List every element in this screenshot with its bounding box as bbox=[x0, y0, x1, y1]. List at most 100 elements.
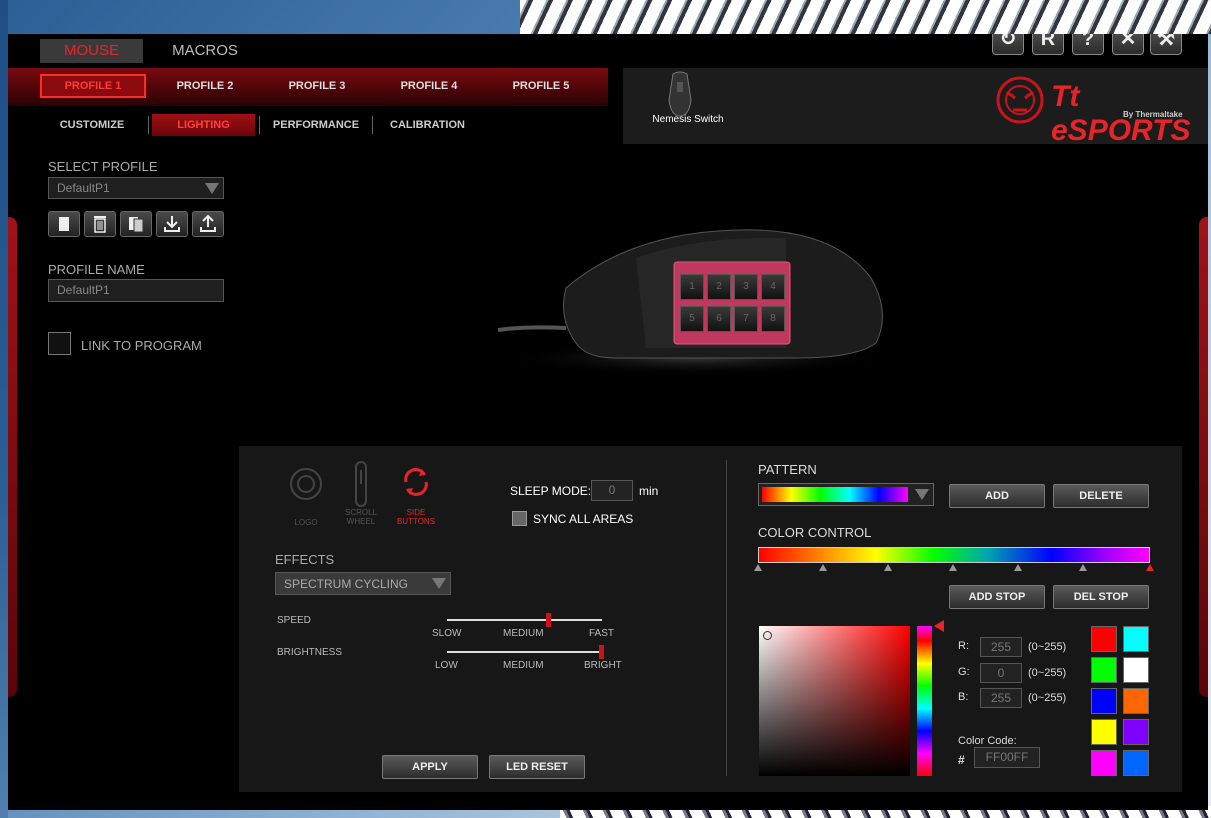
color-swatch[interactable] bbox=[1123, 657, 1149, 683]
g-input[interactable]: 0 bbox=[980, 663, 1022, 683]
delete-pattern-button[interactable]: DELETE bbox=[1053, 484, 1149, 508]
copy-profile-button[interactable] bbox=[120, 211, 152, 237]
effects-label: EFFECTS bbox=[275, 552, 335, 567]
gradient-bar[interactable] bbox=[758, 547, 1150, 563]
led-reset-button[interactable]: LED RESET bbox=[489, 755, 585, 779]
side-key[interactable]: 2 bbox=[707, 274, 731, 300]
speed-slider[interactable] bbox=[447, 619, 602, 621]
side-key[interactable]: 4 bbox=[761, 274, 785, 300]
help-button[interactable]: ? bbox=[1072, 34, 1104, 55]
tab-mouse[interactable]: MOUSE bbox=[40, 39, 143, 63]
color-swatch[interactable] bbox=[1091, 688, 1117, 714]
pattern-select[interactable] bbox=[758, 483, 934, 506]
panel-divider bbox=[726, 460, 727, 776]
profile-name-input[interactable]: DefaultP1 bbox=[48, 279, 224, 302]
profile-name-label: PROFILE NAME bbox=[48, 262, 145, 277]
color-swatch[interactable] bbox=[1091, 626, 1117, 652]
sync-all-areas-checkbox[interactable] bbox=[512, 511, 527, 526]
chevron-down-icon bbox=[205, 183, 219, 194]
side-key[interactable]: 1 bbox=[680, 274, 704, 300]
gradient-stop-selected[interactable] bbox=[1146, 564, 1154, 571]
copy-icon bbox=[129, 217, 144, 233]
speed-tick-slow: SLOW bbox=[432, 628, 462, 639]
speed-slider-knob[interactable] bbox=[546, 613, 552, 627]
tab-profile-4[interactable]: PROFILE 4 bbox=[378, 74, 480, 98]
effects-select[interactable]: SPECTRUM CYCLING bbox=[275, 572, 451, 595]
brightness-tick-low: LOW bbox=[435, 660, 458, 671]
reset-button[interactable]: R bbox=[1032, 34, 1064, 55]
color-swatch[interactable] bbox=[1091, 657, 1117, 683]
side-key[interactable]: 6 bbox=[707, 306, 731, 332]
gradient-stop[interactable] bbox=[1079, 564, 1087, 571]
tab-performance[interactable]: PERFORMANCE bbox=[266, 114, 366, 136]
profile-select[interactable]: DefaultP1 bbox=[48, 177, 224, 199]
tab-customize[interactable]: CUSTOMIZE bbox=[48, 114, 136, 136]
gradient-stop[interactable] bbox=[1014, 564, 1022, 571]
close-button[interactable]: ✕ bbox=[1112, 34, 1144, 55]
tab-profile-1[interactable]: PROFILE 1 bbox=[40, 74, 146, 98]
upload-icon bbox=[200, 214, 216, 232]
b-range: (0~255) bbox=[1028, 692, 1067, 704]
scroll-wheel-zone-icon[interactable] bbox=[352, 460, 370, 508]
color-swatch[interactable] bbox=[1123, 719, 1149, 745]
gradient-stop[interactable] bbox=[884, 564, 892, 571]
brightness-slider-knob[interactable] bbox=[599, 645, 604, 659]
color-code-label: Color Code: bbox=[958, 735, 1017, 747]
color-swatch[interactable] bbox=[1123, 750, 1149, 776]
brightness-slider[interactable] bbox=[447, 651, 602, 653]
left-accent bbox=[8, 217, 17, 697]
device-name: Nemesis Switch bbox=[652, 114, 724, 125]
del-stop-button[interactable]: DEL STOP bbox=[1053, 585, 1149, 609]
color-swatch[interactable] bbox=[1091, 719, 1117, 745]
color-swatch[interactable] bbox=[1091, 750, 1117, 776]
b-input[interactable]: 255 bbox=[980, 688, 1022, 708]
app-window: MOUSE MACROS PROFILE 1 PROFILE 2 PROFILE… bbox=[8, 34, 1208, 810]
gradient-stop[interactable] bbox=[819, 564, 827, 571]
apply-button[interactable]: APPLY bbox=[382, 755, 478, 779]
r-input[interactable]: 255 bbox=[980, 637, 1022, 657]
tab-calibration[interactable]: CALIBRATION bbox=[380, 114, 475, 136]
tab-lighting[interactable]: LIGHTING bbox=[152, 114, 255, 136]
tiger-logo-icon bbox=[996, 76, 1044, 124]
tab-profile-2[interactable]: PROFILE 2 bbox=[154, 74, 256, 98]
g-range: (0~255) bbox=[1028, 667, 1067, 679]
add-pattern-button[interactable]: ADD bbox=[949, 484, 1045, 508]
hue-marker-icon[interactable] bbox=[934, 620, 944, 632]
gradient-stop[interactable] bbox=[754, 564, 762, 571]
side-key[interactable]: 5 bbox=[680, 306, 704, 332]
import-profile-button[interactable] bbox=[156, 211, 188, 237]
color-swatch[interactable] bbox=[1123, 688, 1149, 714]
picker-cursor[interactable] bbox=[763, 631, 772, 640]
color-code-input[interactable]: FF00FF bbox=[974, 747, 1040, 768]
new-profile-button[interactable] bbox=[48, 211, 80, 237]
tab-macros[interactable]: MACROS bbox=[160, 39, 250, 63]
logo-zone-label: LOGO bbox=[294, 518, 318, 527]
tab-profile-5[interactable]: PROFILE 5 bbox=[490, 74, 592, 98]
sleep-mode-input[interactable]: 0 bbox=[591, 480, 633, 501]
color-picker-area[interactable] bbox=[759, 626, 910, 776]
speed-tick-fast: FAST bbox=[589, 628, 615, 639]
new-file-icon bbox=[59, 217, 69, 231]
color-swatch[interactable] bbox=[1123, 626, 1149, 652]
hue-slider[interactable] bbox=[917, 626, 932, 776]
speed-label: SPEED bbox=[277, 615, 311, 626]
refresh-button[interactable]: ↻ bbox=[992, 34, 1024, 55]
tab-profile-3[interactable]: PROFILE 3 bbox=[266, 74, 368, 98]
add-stop-button[interactable]: ADD STOP bbox=[949, 585, 1045, 609]
g-label: G: bbox=[958, 666, 970, 678]
scroll-wheel-zone-label: SCROLL WHEEL bbox=[344, 508, 377, 526]
speed-tick-medium: MEDIUM bbox=[503, 628, 544, 639]
settings-button[interactable]: ⚒ bbox=[1150, 34, 1182, 55]
link-to-program-checkbox[interactable] bbox=[48, 332, 71, 355]
side-buttons-zone-icon[interactable] bbox=[398, 464, 434, 500]
select-profile-label: SELECT PROFILE bbox=[48, 159, 158, 174]
export-profile-button[interactable] bbox=[192, 211, 224, 237]
logo-zone-icon[interactable] bbox=[288, 464, 324, 504]
side-key[interactable]: 7 bbox=[734, 306, 758, 332]
gradient-stop[interactable] bbox=[949, 564, 957, 571]
delete-profile-button[interactable] bbox=[84, 211, 116, 237]
side-key[interactable]: 8 bbox=[761, 306, 785, 332]
brand-byline: By Thermaltake bbox=[1123, 110, 1183, 119]
side-key[interactable]: 3 bbox=[734, 274, 758, 300]
brightness-tick-bright: BRIGHT bbox=[584, 660, 622, 671]
